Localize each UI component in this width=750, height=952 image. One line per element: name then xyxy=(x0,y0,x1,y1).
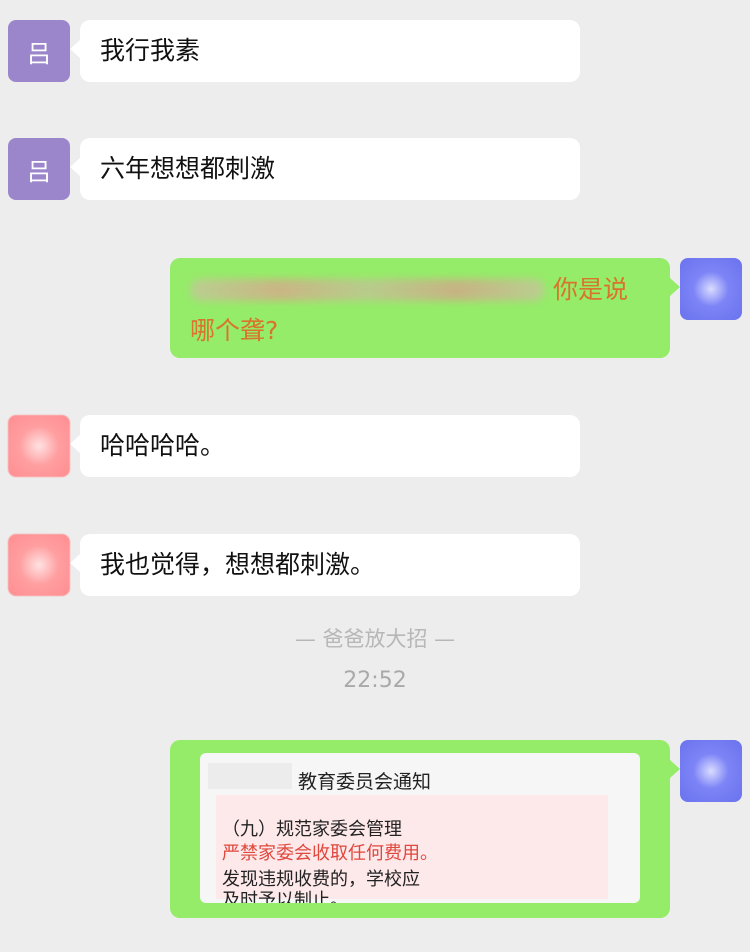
avatar[interactable] xyxy=(680,740,742,802)
document-header-bar xyxy=(208,763,292,789)
shared-document[interactable]: 教育委员会通知 （九）规范家委会管理 严禁家委会收取任何费用。 发现违规收费的，… xyxy=(200,753,640,903)
message-bubble[interactable]: 我也觉得，想想都刺激。 xyxy=(70,534,580,596)
message-bubble[interactable]: 哈哈哈哈。 xyxy=(70,415,580,477)
avatar-label: 吕 xyxy=(27,39,51,68)
document-line: 及时予以制止。 xyxy=(222,890,348,903)
message-row: 你是说 哪个聋? xyxy=(0,258,750,358)
message-row: 哈哈哈哈。 xyxy=(0,415,750,477)
message-text: 我也觉得，想想都刺激。 xyxy=(100,550,376,579)
message-row: 教育委员会通知 （九）规范家委会管理 严禁家委会收取任何费用。 发现违规收费的，… xyxy=(0,740,750,918)
avatar[interactable] xyxy=(8,534,70,596)
message-text: 你是说 xyxy=(553,275,629,304)
message-line: 你是说 xyxy=(190,270,650,310)
message-text: 六年想想都刺激 xyxy=(100,154,276,183)
document-line: （九）规范家委会管理 xyxy=(222,819,402,840)
document-line: 严禁家委会收取任何费用。 xyxy=(222,843,438,864)
avatar[interactable]: 吕 xyxy=(8,138,70,200)
message-row: 吕 我行我素 xyxy=(0,20,750,82)
blurred-text xyxy=(190,279,545,301)
message-text: 我行我素 xyxy=(100,36,201,65)
avatar-label: 吕 xyxy=(27,157,51,186)
system-notice: — 爸爸放大招 — xyxy=(294,627,456,651)
message-bubble[interactable]: 我行我素 xyxy=(70,20,580,82)
message-text: 哪个聋? xyxy=(190,316,279,345)
message-row: 我也觉得，想想都刺激。 xyxy=(0,534,750,596)
message-bubble[interactable]: 你是说 哪个聋? xyxy=(170,258,680,358)
message-text: 哈哈哈哈。 xyxy=(100,431,226,460)
avatar[interactable] xyxy=(8,415,70,477)
document-line: 发现违规收费的，学校应 xyxy=(222,869,420,890)
timestamp: 22:52 xyxy=(343,668,407,693)
message-row: 吕 六年想想都刺激 xyxy=(0,138,750,200)
avatar[interactable]: 吕 xyxy=(8,20,70,82)
document-title: 教育委员会通知 xyxy=(298,771,432,793)
message-bubble[interactable]: 六年想想都刺激 xyxy=(70,138,580,200)
avatar[interactable] xyxy=(680,258,742,320)
